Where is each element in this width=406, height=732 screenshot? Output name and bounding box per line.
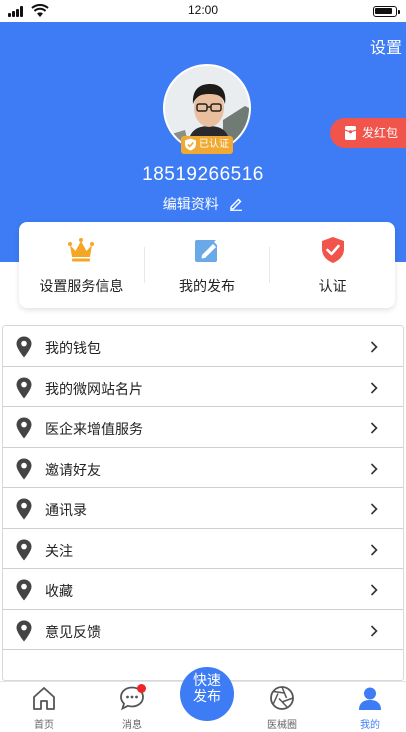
location-pin-icon [16,539,32,560]
list-item-label: 医企来增值服务 [45,422,143,438]
edit-profile-link[interactable]: 编辑资料 [0,194,406,214]
menu-list: 我的钱包 我的微网站名片 医企来增值服务 邀请好友 通讯录 关注 收藏 意见反馈 [2,325,404,681]
chevron-right-icon [370,341,378,353]
my-posts-button[interactable]: 我的发布 [145,222,270,308]
unread-dot [137,684,146,693]
red-packet-button[interactable]: 发红包 [330,118,406,148]
chevron-right-icon [370,462,378,475]
nav-label: 医械圈 [267,720,297,731]
nav-item-home[interactable]: 首页 [14,682,74,732]
phone-number: 18519266516 [142,164,264,185]
verified-label: 已认证 [199,139,229,150]
list-item-invite-friends[interactable]: 邀请好友 [3,448,403,488]
status-bar: 12:00 [0,0,406,22]
red-packet-icon [345,126,356,140]
chevron-right-icon [370,381,378,394]
list-item-wallet[interactable]: 我的钱包 [3,326,403,367]
shield-check-icon [321,237,344,263]
edit-profile-label: 编辑资料 [162,197,219,213]
list-item-favorites[interactable]: 收藏 [3,569,403,610]
service-info-button[interactable]: 设置服务信息 [19,222,144,308]
location-pin-icon [16,620,32,641]
my-posts-label: 我的发布 [179,279,235,295]
edit-icon [195,239,220,262]
location-pin-icon [16,417,32,439]
list-item-label: 关注 [45,543,73,560]
list-item-value-added-services[interactable]: 医企来增值服务 [3,407,403,448]
list-item-label: 我的钱包 [45,341,101,357]
crown-icon [68,238,95,262]
list-item-label: 意见反馈 [45,624,101,641]
service-info-label: 设置服务信息 [39,279,124,295]
list-item-label: 通讯录 [45,503,87,519]
chevron-right-icon [370,503,378,515]
location-pin-icon [16,458,32,479]
verified-shield-icon [185,138,196,151]
aperture-icon [270,686,294,710]
location-pin-icon [16,498,32,520]
certification-label: 认证 [318,279,347,295]
list-item-contacts[interactable]: 通讯录 [3,488,403,529]
nav-item-messages[interactable]: 消息 [102,682,162,732]
location-pin-icon [16,336,32,358]
chevron-right-icon [370,584,378,596]
list-item-label: 邀请好友 [45,462,101,479]
nav-item-mine[interactable]: 我的 [340,682,400,732]
nav-item-circle[interactable]: 医械圈 [252,682,312,732]
list-item-label: 我的微网站名片 [45,381,143,398]
pencil-icon [230,198,243,211]
quick-actions-card: 设置服务信息 我的发布 认证 [19,222,395,308]
home-icon [33,687,55,710]
nav-label: 消息 [122,720,142,731]
list-item-feedback[interactable]: 意见反馈 [3,610,403,650]
nav-label: 我的 [360,720,380,731]
chevron-right-icon [370,543,378,556]
verified-badge: 已认证 [181,136,233,154]
red-packet-label: 发红包 [362,126,399,140]
chevron-right-icon [370,624,378,637]
settings-button[interactable]: 设置 [370,34,402,58]
status-time: 12:00 [187,3,219,17]
location-pin-icon [16,579,32,601]
list-item-micro-site-card[interactable]: 我的微网站名片 [3,367,403,407]
location-pin-icon [16,377,32,398]
certification-button[interactable]: 认证 [270,222,395,308]
quick-publish-button[interactable]: 快速 发布 [180,667,234,721]
chevron-right-icon [370,422,378,434]
list-item-label: 收藏 [45,584,73,600]
battery-icon [373,6,400,17]
user-icon [359,687,381,710]
quick-publish-label: 快速 发布 [193,673,221,705]
list-item-following[interactable]: 关注 [3,529,403,569]
nav-label: 首页 [34,720,54,731]
